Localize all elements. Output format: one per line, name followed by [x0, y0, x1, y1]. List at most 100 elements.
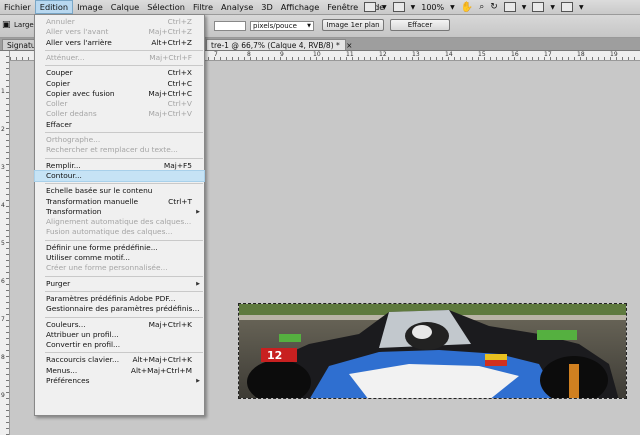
close-icon[interactable]: × [346, 41, 352, 50]
mini-bridge-icon[interactable] [392, 2, 405, 12]
menu-item-label: Coller dedans [46, 109, 97, 119]
menu-item-couleurs[interactable]: Couleurs... Maj+Ctrl+K [35, 320, 204, 330]
hand-icon[interactable]: ✋ [461, 2, 473, 13]
menu-selection[interactable]: Sélection [143, 0, 189, 14]
menu-filtre[interactable]: Filtre [189, 0, 217, 14]
menu-item-remplir[interactable]: Remplir... Maj+F5 [35, 161, 204, 171]
menu-3d[interactable]: 3D [257, 0, 277, 14]
menu-item-copier-avec-fusion[interactable]: Copier avec fusion Maj+Ctrl+C [35, 89, 204, 99]
menu-item-effacer[interactable]: Effacer [35, 120, 204, 130]
chevron-down-icon[interactable]: ▼ [522, 4, 527, 11]
grid-icon[interactable] [503, 2, 516, 12]
menu-item-parametres-predefinis-adobe-pdf[interactable]: Paramètres prédéfinis Adobe PDF... [35, 294, 204, 304]
menu-item-annuler: Annuler Ctrl+Z [35, 17, 204, 27]
ruler-tick-label: 9 [280, 51, 284, 58]
menu-analyse[interactable]: Analyse [217, 0, 257, 14]
menu-item-contour[interactable]: Contour... [34, 169, 205, 182]
menu-item-shortcut: Ctrl+X [167, 68, 192, 78]
menu-item-utiliser-comme-motif[interactable]: Utiliser comme motif... [35, 253, 204, 263]
tab-document[interactable]: tre-1 @ 66,7% (Calque 4, RVB/8) * × [206, 39, 352, 50]
menu-item-convertir-en-profil[interactable]: Convertir en profil... [35, 340, 204, 350]
tool-preset-icon[interactable]: ▣ [2, 20, 11, 30]
chevron-down-icon[interactable]: ▼ [411, 4, 416, 11]
race-car-image: 12 [239, 304, 626, 398]
menu-separator [45, 239, 203, 241]
menu-item-label: Couleurs... [46, 319, 86, 329]
menu-item-label: Gestionnaire des paramètres prédéfinis..… [46, 304, 200, 314]
menu-edition[interactable]: Edition [34, 0, 74, 14]
menu-item-couper[interactable]: Couper Ctrl+X [35, 68, 204, 78]
menu-item-label: Copier [46, 78, 71, 88]
menu-item-shortcut: Alt+Maj+Ctrl+K [132, 355, 192, 365]
menu-item-label: Couper [46, 68, 73, 78]
menu-item-transformation-manuelle[interactable]: Transformation manuelle Ctrl+T [35, 197, 204, 207]
menu-item-orthographe: Orthographe... [35, 135, 204, 145]
menu-fenetre[interactable]: Fenêtre [323, 0, 362, 14]
menu-item-label: Copier avec fusion [46, 88, 115, 98]
menu-item-menus[interactable]: Menus... Alt+Maj+Ctrl+M [35, 366, 204, 376]
ruler-tick-label: 2 [1, 126, 5, 133]
menu-item-shortcut: Ctrl+T [168, 196, 192, 206]
menu-item-label: Transformation manuelle [46, 196, 139, 206]
chevron-down-icon[interactable]: ▼ [579, 4, 584, 11]
menu-separator [45, 275, 203, 277]
menu-item-aller-vers-l-arriere[interactable]: Aller vers l'arrière Alt+Ctrl+Z [35, 38, 204, 48]
resolution-unit-select[interactable]: pixels/pouce ▼ [250, 21, 314, 31]
menu-item-definir-une-forme-predefinie[interactable]: Définir une forme prédéfinie... [35, 243, 204, 253]
rotate-view-icon[interactable]: ↻ [490, 2, 498, 12]
menu-item-label: Aller vers l'arrière [46, 37, 112, 47]
menu-fichier[interactable]: Fichier [0, 0, 35, 14]
bridge-icon[interactable] [364, 2, 376, 12]
submenu-arrow-icon: ▶ [196, 280, 200, 287]
menu-affichage[interactable]: Affichage [277, 0, 323, 14]
menu-item-label: Echelle basée sur le contenu [46, 186, 153, 196]
arrange-documents-icon[interactable] [532, 2, 545, 12]
menu-item-label: Définir une forme prédéfinie... [46, 242, 158, 252]
menu-item-transformation[interactable]: Transformation ▶ [35, 207, 204, 217]
menu-item-creer-une-forme-personnalisee: Créer une forme personnalisée... [35, 263, 204, 273]
menu-item-shortcut: Ctrl+C [167, 78, 192, 88]
ruler-tick-label: 12 [379, 51, 387, 58]
menu-item-copier[interactable]: Copier Ctrl+C [35, 79, 204, 89]
resolution-field[interactable] [214, 21, 246, 31]
menu-item-alignement-automatique-des-calques: Alignement automatique des calques... [35, 217, 204, 227]
menu-item-label: Remplir... [46, 160, 81, 170]
menu-item-label: Raccourcis clavier... [46, 355, 120, 365]
chevron-down-icon[interactable]: ▼ [382, 4, 387, 11]
menu-item-shortcut: Maj+F5 [163, 160, 192, 170]
menu-image[interactable]: Image [73, 0, 107, 14]
app-toolbar: ▼ ▼ 100% ▼ ✋ ⌕ ↻ ▼ ▼ ▼ [364, 0, 584, 14]
menu-item-gestionnaire-des-parametres-predefinis[interactable]: Gestionnaire des paramètres prédéfinis..… [35, 304, 204, 314]
zoom-icon[interactable]: ⌕ [479, 2, 484, 12]
ruler-tick-label: 3 [1, 164, 5, 171]
menu-item-label: Convertir en profil... [46, 340, 121, 350]
menu-item-label: Orthographe... [46, 135, 101, 144]
menu-item-shortcut: Ctrl+V [167, 99, 192, 109]
front-image-button[interactable]: Image 1er plan [322, 19, 384, 31]
menu-separator [45, 65, 203, 67]
clear-button[interactable]: Effacer [390, 19, 450, 31]
submenu-arrow-icon: ▶ [196, 378, 200, 384]
zoom-level[interactable]: 100% [421, 3, 444, 12]
chevron-down-icon[interactable]: ▼ [450, 4, 455, 11]
large-label: Large [14, 21, 34, 29]
menu-item-attribuer-un-profil[interactable]: Attribuer un profil... [35, 330, 204, 340]
menu-item-rechercher-et-remplacer-du-texte: Rechercher et remplacer du texte... [35, 145, 204, 155]
menu-calque[interactable]: Calque [107, 0, 143, 14]
menu-item-purger[interactable]: Purger ▶ [35, 279, 204, 289]
menu-separator [45, 49, 203, 51]
ruler-tick-label: 1 [1, 88, 5, 95]
menu-item-raccourcis-clavier[interactable]: Raccourcis clavier... Alt+Maj+Ctrl+K [35, 355, 204, 365]
ruler-tick-label: 5 [1, 240, 5, 247]
canvas-image[interactable]: 12 [238, 303, 627, 399]
menu-item-preferences[interactable]: Préférences ▶ [35, 376, 204, 386]
menu-item-label: Transformation [46, 206, 102, 216]
ruler-tick-label: 9 [1, 392, 5, 399]
screen-mode-icon[interactable] [561, 2, 574, 12]
menu-item-echelle-basee-sur-le-contenu[interactable]: Echelle basée sur le contenu [35, 186, 204, 196]
chevron-down-icon[interactable]: ▼ [550, 4, 555, 11]
menu-item-coller: Coller Ctrl+V [35, 99, 204, 109]
menu-separator [45, 132, 203, 133]
car-number: 12 [267, 349, 282, 362]
tab-signature[interactable]: Signatu [2, 39, 36, 50]
